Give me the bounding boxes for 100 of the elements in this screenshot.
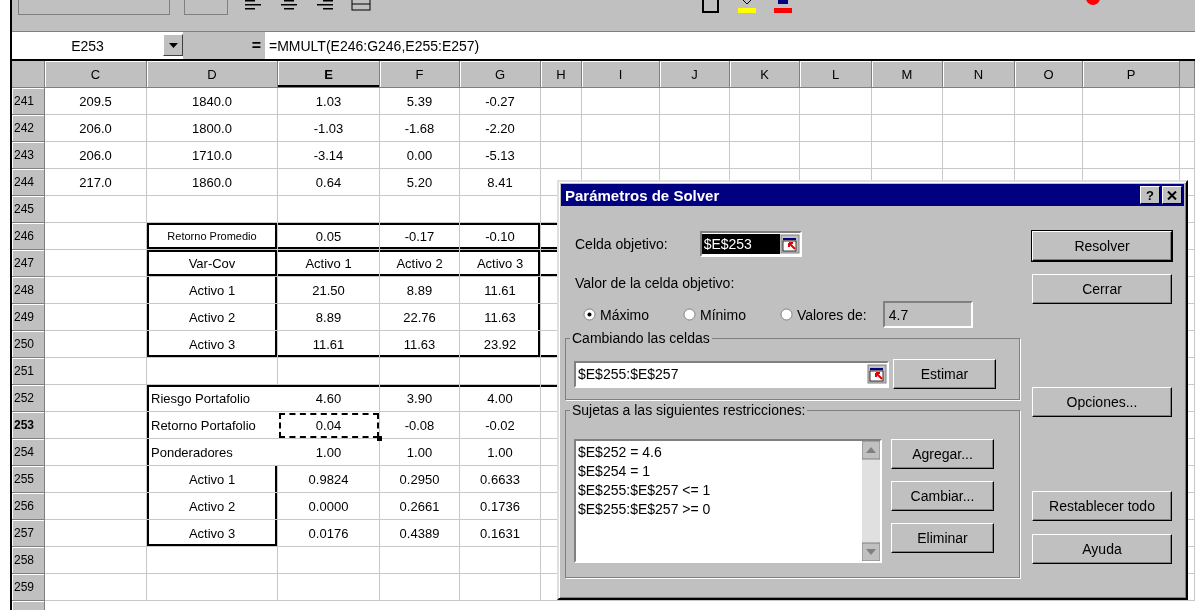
font-color-icon[interactable] bbox=[772, 0, 794, 14]
table-cell: 3.90 bbox=[380, 385, 460, 412]
row-header[interactable]: 250 bbox=[12, 331, 45, 358]
dialog-button[interactable]: Cerrar bbox=[1032, 274, 1172, 304]
radio-label[interactable]: Valores de: bbox=[796, 306, 867, 323]
dialog-button[interactable]: Eliminar bbox=[891, 523, 994, 553]
table-cell: 217.0 bbox=[45, 169, 147, 196]
dialog-button[interactable]: Agregar... bbox=[891, 439, 994, 469]
row-header[interactable]: 256 bbox=[12, 493, 45, 520]
row-header[interactable]: 245 bbox=[12, 196, 45, 223]
estimate-button[interactable]: Estimar bbox=[893, 359, 996, 389]
dialog-button[interactable]: Ayuda bbox=[1032, 534, 1172, 564]
table-cell: 4.60 bbox=[278, 385, 380, 412]
row-header[interactable]: 252 bbox=[12, 385, 45, 412]
table-cell: 206.0 bbox=[45, 115, 147, 142]
column-header[interactable]: F bbox=[380, 61, 460, 88]
close-button[interactable] bbox=[1162, 186, 1182, 204]
table-cell: -0.08 bbox=[380, 412, 460, 439]
collapse-dialog-icon[interactable] bbox=[779, 234, 800, 254]
equals-sign[interactable]: = bbox=[251, 36, 261, 55]
table-cell: 1800.0 bbox=[147, 115, 278, 142]
table-cell: 8.89 bbox=[380, 277, 460, 304]
table-cell: Activo 2 bbox=[380, 250, 460, 277]
grid-cell bbox=[660, 115, 730, 142]
table-cell: 5.20 bbox=[380, 169, 460, 196]
target-cell-field[interactable]: $E$253 bbox=[699, 231, 802, 257]
table-cell: Activo 1 bbox=[278, 250, 380, 277]
help-button[interactable]: ? bbox=[1140, 186, 1160, 204]
radio-label[interactable]: Mínimo bbox=[700, 306, 746, 323]
fill-color-icon[interactable] bbox=[736, 0, 758, 14]
table-cell: 8.41 bbox=[460, 169, 541, 196]
table-cell: 0.05 bbox=[278, 223, 380, 250]
table-cell: 22.76 bbox=[380, 304, 460, 331]
grid-cell bbox=[1180, 88, 1195, 115]
radio-label[interactable]: Máximo bbox=[600, 306, 649, 323]
table-cell: 11.61 bbox=[460, 277, 541, 304]
column-header[interactable]: P bbox=[1083, 61, 1180, 88]
list-item[interactable]: $E$252 = 4.6 bbox=[578, 443, 860, 462]
value-field[interactable]: 4.7 bbox=[882, 301, 973, 328]
dialog-button[interactable]: Cambiar... bbox=[891, 481, 994, 511]
table-cell: 5.39 bbox=[380, 88, 460, 115]
radio-button[interactable] bbox=[779, 308, 793, 321]
merge-cells-icon[interactable] bbox=[350, 0, 372, 14]
table-cell: 0.04 bbox=[278, 412, 380, 439]
list-item[interactable]: $E$255:$E$257 <= 1 bbox=[578, 481, 860, 500]
dropdown-button[interactable] bbox=[163, 34, 183, 56]
table-cell: 1860.0 bbox=[147, 169, 278, 196]
column-header[interactable]: C bbox=[45, 61, 147, 88]
changing-cells-field[interactable]: $E$255:$E$257 bbox=[574, 360, 889, 388]
column-header[interactable]: M bbox=[872, 61, 943, 88]
table-cell: -0.27 bbox=[460, 88, 541, 115]
column-header[interactable]: G bbox=[460, 61, 541, 88]
borders-icon[interactable] bbox=[700, 0, 722, 14]
column-header[interactable]: J bbox=[660, 61, 730, 88]
collapse-dialog-icon[interactable] bbox=[867, 364, 887, 384]
column-header[interactable]: O bbox=[1015, 61, 1083, 88]
column-header[interactable]: K bbox=[730, 61, 800, 88]
list-item[interactable]: $E$255:$E$257 >= 0 bbox=[578, 500, 860, 519]
row-header[interactable]: 247 bbox=[12, 250, 45, 277]
row-header[interactable]: 249 bbox=[12, 304, 45, 331]
row-header[interactable]: 258 bbox=[12, 547, 45, 574]
scrollbar[interactable] bbox=[862, 441, 880, 561]
table-cell: 206.0 bbox=[45, 142, 147, 169]
table-cell: -2.20 bbox=[460, 115, 541, 142]
table-cell: Activo 2 bbox=[147, 493, 278, 520]
field-label: Celda objetivo: bbox=[575, 236, 668, 252]
row-header[interactable]: 253 bbox=[12, 412, 45, 439]
row-header[interactable]: 246 bbox=[12, 223, 45, 250]
table-cell: Activo 3 bbox=[147, 520, 278, 547]
table-cell: -1.03 bbox=[278, 115, 380, 142]
row-header[interactable]: 254 bbox=[12, 439, 45, 466]
row-header[interactable]: 244 bbox=[12, 169, 45, 196]
row-header[interactable]: 241 bbox=[12, 88, 45, 115]
grid-cell bbox=[872, 115, 943, 142]
column-header[interactable]: H bbox=[541, 61, 582, 88]
constraints-list[interactable]: $E$252 = 4.6 $E$254 = 1 $E$255:$E$257 <= 1 $E$255:$E$257 >= 0 bbox=[574, 439, 882, 563]
font-size-field[interactable] bbox=[184, 0, 228, 15]
dialog-button[interactable]: Restablecer todo bbox=[1032, 491, 1172, 521]
row-header[interactable]: 251 bbox=[12, 358, 45, 385]
dialog-button[interactable]: Opciones... bbox=[1032, 387, 1172, 417]
row-header[interactable]: 248 bbox=[12, 277, 45, 304]
table-cell: 0.6633 bbox=[460, 466, 541, 493]
column-header[interactable]: L bbox=[800, 61, 872, 88]
column-header[interactable]: N bbox=[943, 61, 1015, 88]
radio-button[interactable] bbox=[583, 308, 596, 321]
table-cell: Activo 2 bbox=[147, 304, 278, 331]
column-header[interactable]: I bbox=[582, 61, 660, 88]
table-cell: 0.4389 bbox=[380, 520, 460, 547]
row-header[interactable]: 259 bbox=[12, 574, 45, 601]
dialog-button[interactable]: Resolver bbox=[1032, 231, 1172, 261]
list-item[interactable]: $E$254 = 1 bbox=[578, 462, 860, 481]
table-cell: 0.00 bbox=[380, 142, 460, 169]
column-header[interactable]: D bbox=[147, 61, 278, 88]
radio-button[interactable] bbox=[683, 308, 696, 321]
row-header[interactable]: 242 bbox=[12, 115, 45, 142]
row-header[interactable]: 243 bbox=[12, 142, 45, 169]
row-header[interactable]: 257 bbox=[12, 520, 45, 547]
row-header[interactable]: 255 bbox=[12, 466, 45, 493]
column-header[interactable]: E bbox=[278, 61, 380, 88]
font-name-field[interactable] bbox=[18, 0, 170, 15]
